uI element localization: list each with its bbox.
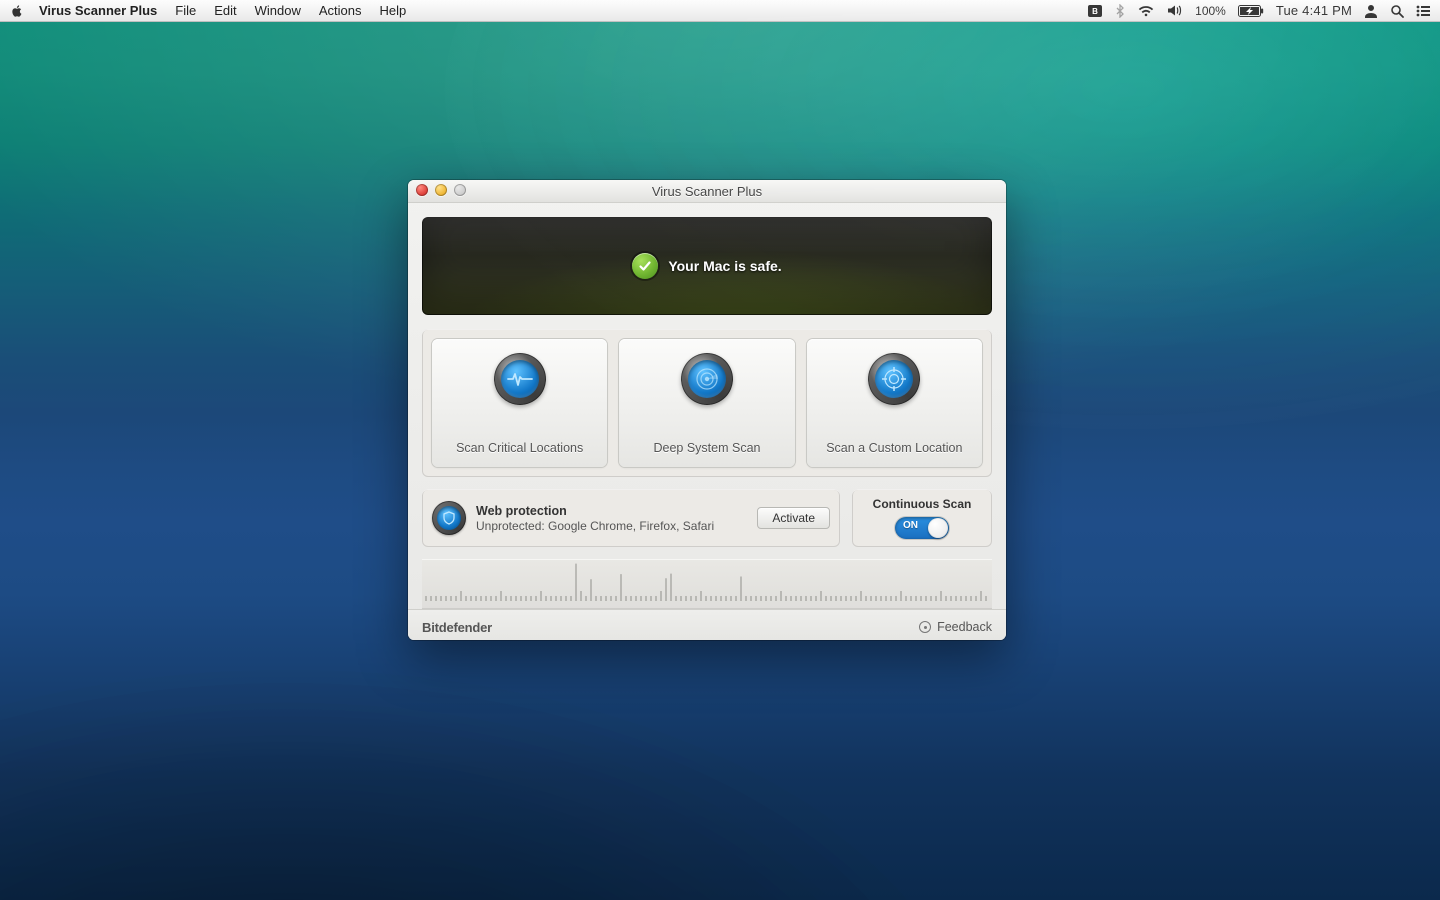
web-protection-panel: Web protection Unprotected: Google Chrom… xyxy=(422,489,840,547)
toggle-on-label: ON xyxy=(903,520,918,531)
continuous-scan-panel: Continuous Scan ON xyxy=(852,489,992,547)
brand-label: Bitdefender xyxy=(422,620,492,635)
svg-text:B: B xyxy=(1092,7,1098,16)
web-protection-subtitle: Unprotected: Google Chrome, Firefox, Saf… xyxy=(476,519,714,533)
zoom-button[interactable] xyxy=(454,184,466,196)
scan-critical-locations-button[interactable]: Scan Critical Locations xyxy=(432,339,607,467)
toggle-knob xyxy=(928,518,948,538)
menubar: Virus Scanner Plus File Edit Window Acti… xyxy=(0,0,1440,22)
close-button[interactable] xyxy=(416,184,428,196)
menu-extra-app-icon[interactable]: B xyxy=(1087,4,1103,18)
battery-icon[interactable] xyxy=(1238,5,1264,17)
window-footer: Bitdefender Feedback xyxy=(408,609,1006,640)
scan-custom-location-button[interactable]: Scan a Custom Location xyxy=(807,339,982,467)
menubar-item-file[interactable]: File xyxy=(166,0,205,22)
activity-timeline xyxy=(422,559,992,609)
spotlight-icon[interactable] xyxy=(1390,4,1404,18)
continuous-scan-title: Continuous Scan xyxy=(873,497,972,511)
scan-button-row: Scan Critical Locations Deep System Scan… xyxy=(422,329,992,477)
menubar-item-edit[interactable]: Edit xyxy=(205,0,245,22)
menubar-item-window[interactable]: Window xyxy=(246,0,310,22)
status-message: Your Mac is safe. xyxy=(668,258,781,274)
deep-system-scan-button[interactable]: Deep System Scan xyxy=(619,339,794,467)
menubar-item-actions[interactable]: Actions xyxy=(310,0,371,22)
minimize-button[interactable] xyxy=(435,184,447,196)
checkmark-icon xyxy=(632,253,658,279)
shield-icon xyxy=(432,501,466,535)
activate-button[interactable]: Activate xyxy=(757,507,830,529)
menubar-item-help[interactable]: Help xyxy=(371,0,416,22)
status-panel: Your Mac is safe. xyxy=(422,217,992,315)
bluetooth-icon[interactable] xyxy=(1115,4,1125,18)
continuous-scan-toggle[interactable]: ON xyxy=(895,517,949,539)
web-protection-title: Web protection xyxy=(476,504,714,518)
volume-icon[interactable] xyxy=(1167,4,1183,17)
scan-button-label: Scan Critical Locations xyxy=(456,441,583,455)
feedback-button[interactable]: Feedback xyxy=(919,620,992,634)
feedback-icon xyxy=(919,621,931,633)
app-window: Virus Scanner Plus Your Mac is safe. Sca… xyxy=(408,180,1006,640)
target-icon xyxy=(868,353,920,405)
notification-center-icon[interactable] xyxy=(1416,5,1430,17)
pulse-icon xyxy=(494,353,546,405)
menubar-app-name[interactable]: Virus Scanner Plus xyxy=(30,0,166,22)
apple-menu-icon[interactable] xyxy=(10,4,24,18)
window-title: Virus Scanner Plus xyxy=(652,184,762,199)
radar-icon xyxy=(681,353,733,405)
desktop: Virus Scanner Plus File Edit Window Acti… xyxy=(0,0,1440,900)
scan-button-label: Deep System Scan xyxy=(653,441,760,455)
feedback-label: Feedback xyxy=(937,620,992,634)
menubar-clock[interactable]: Tue 4:41 PM xyxy=(1276,0,1352,22)
user-icon[interactable] xyxy=(1364,4,1378,18)
titlebar[interactable]: Virus Scanner Plus xyxy=(408,180,1006,203)
scan-button-label: Scan a Custom Location xyxy=(826,441,962,455)
wifi-icon[interactable] xyxy=(1137,4,1155,17)
battery-percentage[interactable]: 100% xyxy=(1195,0,1226,22)
